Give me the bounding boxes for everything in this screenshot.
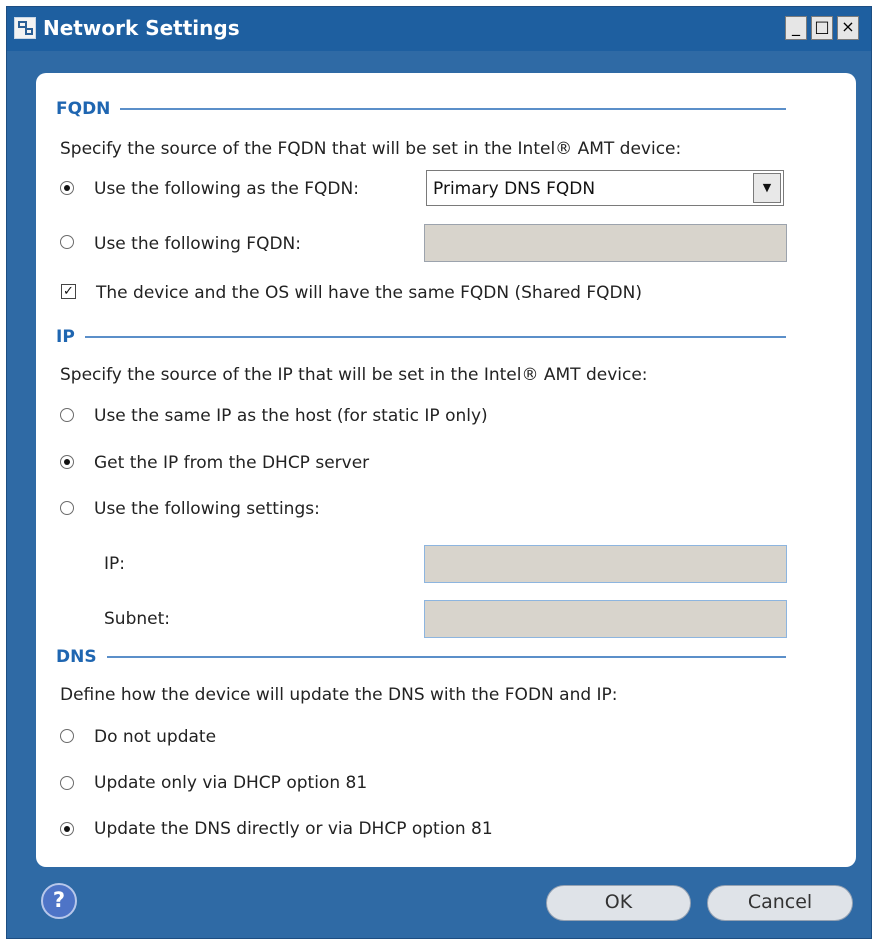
fqdn-use-as-radio[interactable] <box>60 181 74 195</box>
ok-button[interactable]: OK <box>546 885 691 921</box>
dns-dhcp-only-label: Update only via DHCP option 81 <box>94 773 368 793</box>
dns-dhcp-only-radio[interactable] <box>60 776 74 790</box>
title-bar[interactable]: Network Settings _ □ × <box>7 7 871 51</box>
chevron-down-icon[interactable]: ▼ <box>753 173 781 203</box>
ip-dhcp-label: Get the IP from the DHCP server <box>94 453 370 473</box>
minimize-button[interactable]: _ <box>785 16 807 40</box>
dns-heading: DNS <box>56 647 786 667</box>
cancel-button[interactable]: Cancel <box>707 885 853 921</box>
fqdn-custom-input[interactable] <box>424 224 787 262</box>
ip-manual-label: Use the following settings: <box>94 499 320 519</box>
ip-dhcp-radio[interactable] <box>60 455 74 469</box>
ip-address-input[interactable] <box>424 545 787 583</box>
fqdn-source-value: Primary DNS FQDN <box>433 179 596 199</box>
dns-direct-radio[interactable] <box>60 822 74 836</box>
ip-divider <box>84 336 786 338</box>
ip-manual-radio[interactable] <box>60 501 74 515</box>
fqdn-divider <box>120 108 786 110</box>
help-icon[interactable]: ? <box>41 883 77 919</box>
fqdn-source-select[interactable]: Primary DNS FQDN ▼ <box>426 170 784 206</box>
dns-direct-label: Update the DNS directly or via DHCP opti… <box>94 819 493 839</box>
subnet-label: Subnet: <box>104 609 170 629</box>
network-app-icon <box>14 17 36 39</box>
fqdn-heading: FQDN <box>56 99 786 119</box>
shared-fqdn-label: The device and the OS will have the same… <box>96 283 642 303</box>
fqdn-use-as-label: Use the following as the FQDN: <box>94 179 359 199</box>
fqdn-custom-radio[interactable] <box>60 235 74 249</box>
ip-same-as-host-radio[interactable] <box>60 408 74 422</box>
settings-panel: FQDN Specify the source of the FQDN that… <box>36 73 856 867</box>
ip-description: Specify the source of the IP that will b… <box>60 365 648 385</box>
window-title: Network Settings <box>43 16 240 40</box>
ip-same-as-host-label: Use the same IP as the host (for static … <box>94 406 488 426</box>
dns-no-update-radio[interactable] <box>60 729 74 743</box>
maximize-button[interactable]: □ <box>811 16 833 40</box>
dns-description: Define how the device will update the DN… <box>60 685 618 705</box>
dns-no-update-label: Do not update <box>94 727 217 747</box>
shared-fqdn-checkbox[interactable]: ✓ <box>61 284 76 299</box>
fqdn-custom-label: Use the following FQDN: <box>94 234 301 254</box>
fqdn-description: Specify the source of the FQDN that will… <box>60 139 682 159</box>
ip-heading-text: IP <box>56 327 75 347</box>
fqdn-heading-text: FQDN <box>56 99 111 119</box>
ip-heading: IP <box>56 327 786 347</box>
ip-address-label: IP: <box>104 554 125 574</box>
dns-heading-text: DNS <box>56 647 97 667</box>
network-settings-window: Network Settings _ □ × FQDN Specify the … <box>6 6 872 939</box>
close-button[interactable]: × <box>837 16 859 40</box>
subnet-input[interactable] <box>424 600 787 638</box>
dns-divider <box>106 656 786 658</box>
